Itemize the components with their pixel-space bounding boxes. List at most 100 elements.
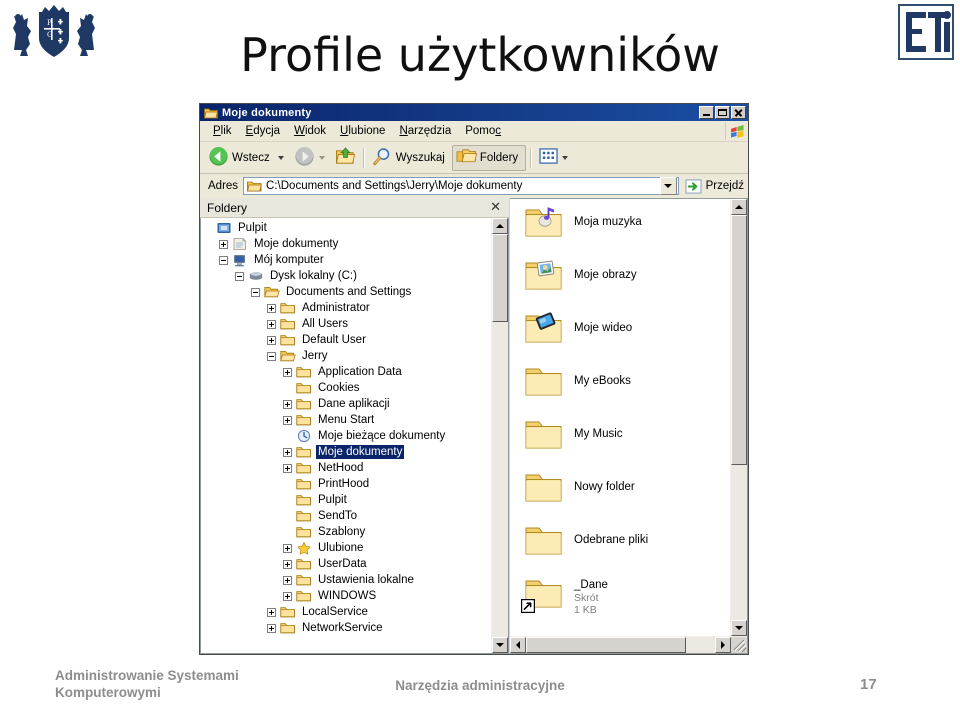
tree-item[interactable]: Pulpit <box>203 492 491 508</box>
file-item[interactable]: Moje obrazy <box>524 258 730 311</box>
scroll-track[interactable] <box>731 215 747 620</box>
maximize-button[interactable] <box>715 106 730 119</box>
folders-tree[interactable]: Pulpit Moje dokumenty Mój komputer Dysk lok… <box>201 218 491 653</box>
scroll-up-button[interactable] <box>731 199 747 215</box>
tree-item-label: Cookies <box>318 382 360 394</box>
close-button[interactable] <box>731 106 746 119</box>
tree-item[interactable]: Szablony <box>203 524 491 540</box>
menu-narzedzia[interactable]: Narzędzia <box>392 123 458 139</box>
tree-item[interactable]: Ustawienia lokalne <box>203 572 491 588</box>
scroll-left-button[interactable] <box>510 637 526 653</box>
tree-item[interactable]: Jerry <box>203 348 491 364</box>
tree-item-label: Ulubione <box>318 542 364 554</box>
file-item[interactable]: Moje wideo <box>524 311 730 364</box>
scroll-track[interactable] <box>686 637 715 653</box>
expand-plus-icon[interactable] <box>267 335 276 345</box>
address-input[interactable]: C:\Documents and Settings\Jerry\Moje dok… <box>243 177 679 195</box>
tree-item[interactable]: UserData <box>203 556 491 572</box>
menu-widok[interactable]: Widok <box>287 123 333 139</box>
file-item[interactable]: Moja muzyka <box>524 205 730 258</box>
file-name: Nowy folder <box>574 481 635 493</box>
file-item[interactable]: Nowy folder <box>524 470 730 523</box>
expand-plus-icon[interactable] <box>267 319 276 329</box>
tree-item[interactable]: Application Data <box>203 364 491 380</box>
go-button[interactable]: Przejdź <box>685 178 744 194</box>
scroll-right-button[interactable] <box>715 637 731 653</box>
back-dropdown-icon[interactable] <box>277 155 284 160</box>
scroll-thumb[interactable] <box>526 637 686 653</box>
window-title: Moje dokumenty <box>222 106 312 119</box>
scroll-up-button[interactable] <box>492 218 508 234</box>
menu-edycja[interactable]: Edycja <box>239 123 288 139</box>
tree-item[interactable]: Dane aplikacji <box>203 396 491 412</box>
expand-plus-icon[interactable] <box>283 367 292 377</box>
tree-item[interactable]: LocalService <box>203 604 491 620</box>
expand-plus-icon[interactable] <box>283 559 292 569</box>
tree-item[interactable]: SendTo <box>203 508 491 524</box>
tree-vertical-scrollbar[interactable] <box>491 218 508 653</box>
views-dropdown-icon[interactable] <box>562 155 569 160</box>
expand-plus-icon[interactable] <box>283 463 292 473</box>
search-button[interactable]: Wyszukaj <box>369 146 452 170</box>
expand-plus-icon[interactable] <box>283 415 292 425</box>
tree-item[interactable]: Dysk lokalny (C:) <box>203 268 491 284</box>
tree-item[interactable]: Administrator <box>203 300 491 316</box>
tree-item[interactable]: Default User <box>203 332 491 348</box>
close-icon[interactable]: ✕ <box>490 201 505 214</box>
toolbar-separator-2 <box>530 147 533 168</box>
tree-item[interactable]: Moje dokumenty <box>203 236 491 252</box>
tree-item[interactable]: Moje bieżące dokumenty <box>203 428 491 444</box>
expand-plus-icon[interactable] <box>219 239 228 249</box>
expand-plus-icon[interactable] <box>283 543 292 553</box>
expand-plus-icon[interactable] <box>267 303 276 313</box>
expand-plus-icon[interactable] <box>283 591 292 601</box>
collapse-minus-icon[interactable] <box>235 271 244 281</box>
forward-button[interactable] <box>291 146 332 170</box>
file-item[interactable]: My eBooks <box>524 364 730 417</box>
views-button[interactable] <box>536 146 575 170</box>
tree-item[interactable]: NetworkService <box>203 620 491 636</box>
tree-item[interactable]: All Users <box>203 316 491 332</box>
menu-plik[interactable]: Plik <box>206 123 239 139</box>
scroll-track[interactable] <box>492 234 508 637</box>
tree-item[interactable]: Pulpit <box>203 220 491 236</box>
up-button[interactable] <box>332 146 359 170</box>
tree-item[interactable]: PrintHood <box>203 476 491 492</box>
tree-item[interactable]: WINDOWS <box>203 588 491 604</box>
tree-item[interactable]: Menu Start <box>203 412 491 428</box>
expand-plus-icon[interactable] <box>267 623 276 633</box>
expand-plus-icon[interactable] <box>283 575 292 585</box>
files-horizontal-scrollbar[interactable] <box>510 636 747 653</box>
search-label: Wyszukaj <box>395 151 445 164</box>
folders-button[interactable]: Foldery <box>451 144 527 171</box>
tree-item[interactable]: Ulubione <box>203 540 491 556</box>
expand-plus-icon[interactable] <box>267 607 276 617</box>
back-button[interactable]: Wstecz <box>205 146 291 170</box>
collapse-minus-icon[interactable] <box>267 351 276 361</box>
expand-plus-icon[interactable] <box>283 399 292 409</box>
menu-pomoc[interactable]: Pomoc <box>458 123 508 139</box>
tree-item[interactable]: Moje dokumenty <box>203 444 491 460</box>
scroll-down-button[interactable] <box>731 620 747 636</box>
scroll-thumb[interactable] <box>731 215 747 465</box>
tree-item[interactable]: Mój komputer <box>203 252 491 268</box>
tree-item[interactable]: Documents and Settings <box>203 284 491 300</box>
file-item[interactable]: _Dane Skrót 1 KB <box>521 576 730 629</box>
collapse-minus-icon[interactable] <box>219 255 228 265</box>
files-vertical-scrollbar[interactable] <box>730 199 747 636</box>
file-item[interactable]: Odebrane pliki <box>524 523 730 576</box>
scroll-thumb[interactable] <box>492 234 508 322</box>
minimize-button[interactable] <box>699 106 714 119</box>
scroll-down-button[interactable] <box>492 637 508 653</box>
expand-plus-icon[interactable] <box>283 447 292 457</box>
menu-ulubione[interactable]: Ulubione <box>333 123 392 139</box>
collapse-minus-icon[interactable] <box>251 287 260 297</box>
file-list[interactable]: Moja muzyka Moje obrazy Moje wideo My eBook… <box>510 199 730 636</box>
address-dropdown-button[interactable] <box>659 177 677 195</box>
tree-item[interactable]: Cookies <box>203 380 491 396</box>
resize-grip[interactable] <box>731 637 747 653</box>
file-item[interactable]: My Music <box>524 417 730 470</box>
tree-item[interactable]: NetHood <box>203 460 491 476</box>
forward-dropdown-icon[interactable] <box>318 155 325 160</box>
go-label: Przejdź <box>705 180 744 192</box>
